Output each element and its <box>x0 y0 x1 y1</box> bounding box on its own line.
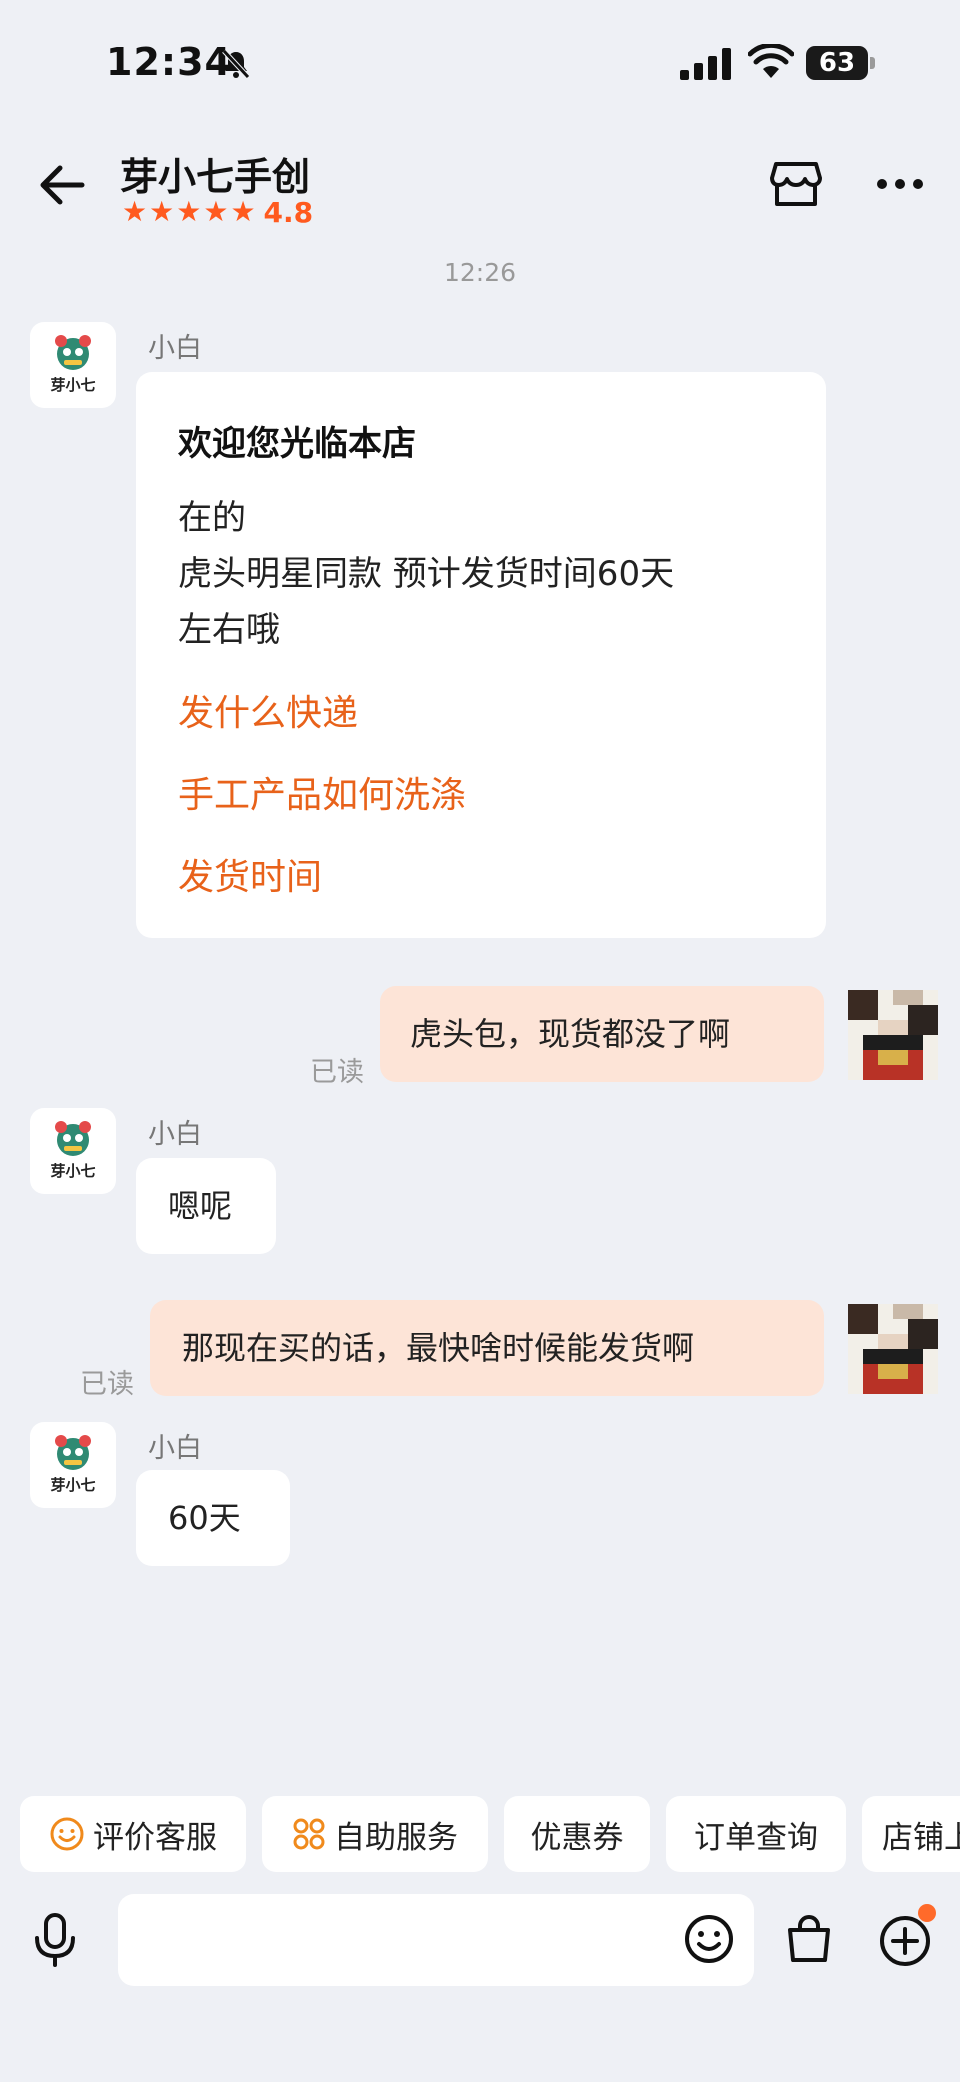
rating-stars: ★ ★ ★ ★ ★ 4.8 <box>122 195 314 229</box>
avatar-label: 芽小七 <box>50 1476 96 1494</box>
message-bubble: 欢迎您光临本店 在的 虎头明星同款 预计发货时间60天 左右哦 发什么快递 手工… <box>136 372 826 938</box>
message-bubble-self: 虎头包，现货都没了啊 <box>380 986 824 1082</box>
quick-action-rate-service[interactable]: 评价客服 <box>20 1796 246 1872</box>
smile-icon <box>50 1817 84 1851</box>
message-line: 虎头明星同款 预计发货时间60天 <box>178 554 675 594</box>
star-icon: ★ <box>230 195 256 228</box>
message-bubble: 嗯呢 <box>136 1158 276 1254</box>
plus-circle-icon[interactable] <box>878 1914 932 1968</box>
shop-avatar[interactable]: 芽小七 <box>30 1422 116 1508</box>
star-icon: ★ <box>176 195 202 228</box>
notification-dot <box>918 1904 936 1922</box>
grid-icon <box>293 1818 325 1850</box>
lion-head-icon <box>55 335 91 370</box>
user-avatar[interactable] <box>848 1304 938 1394</box>
battery-level: 63 <box>818 48 856 78</box>
signal-icon <box>680 48 731 80</box>
sender-name: 小白 <box>148 333 202 364</box>
battery-icon: 63 <box>806 46 876 80</box>
faq-link-washing[interactable]: 手工产品如何洗涤 <box>178 766 466 818</box>
message-text: 那现在买的话，最快啥时候能发货啊 <box>182 1329 695 1367</box>
quick-action-store[interactable]: 店铺上 <box>862 1796 960 1872</box>
pixelated-avatar-icon <box>848 1304 938 1394</box>
back-arrow-icon[interactable] <box>36 160 86 210</box>
shopping-bag-icon[interactable] <box>784 1914 834 1964</box>
message-line: 左右哦 <box>178 610 280 650</box>
message-bubble: 60天 <box>136 1470 290 1566</box>
user-avatar[interactable] <box>848 990 938 1080</box>
emoji-icon[interactable] <box>684 1914 734 1964</box>
quick-action-label: 订单查询 <box>694 1819 818 1856</box>
message-line: 在的 <box>178 498 246 538</box>
star-icon: ★ <box>122 195 148 228</box>
message-text: 60天 <box>168 1499 241 1537</box>
star-icon: ★ <box>149 195 175 228</box>
quick-action-label: 自助服务 <box>334 1819 458 1856</box>
microphone-icon[interactable] <box>32 1912 78 1968</box>
message-bubble-self: 那现在买的话，最快啥时候能发货啊 <box>150 1300 824 1396</box>
shop-avatar[interactable]: 芽小七 <box>30 322 116 408</box>
rating-value: 4.8 <box>263 195 314 229</box>
welcome-heading: 欢迎您光临本店 <box>178 424 416 464</box>
faq-link-shipping[interactable]: 发什么快递 <box>178 684 358 736</box>
read-receipt: 已读 <box>310 1057 364 1088</box>
quick-action-label: 店铺上 <box>882 1819 960 1856</box>
store-icon[interactable] <box>770 160 822 208</box>
faq-link-ship-time[interactable]: 发货时间 <box>178 848 322 900</box>
quick-action-self-service[interactable]: 自助服务 <box>262 1796 488 1872</box>
quick-action-label: 评价客服 <box>93 1819 217 1856</box>
status-time: 12:34 <box>106 40 232 84</box>
shop-title[interactable]: 芽小七手创 <box>120 146 310 201</box>
avatar-label: 芽小七 <box>50 1162 96 1180</box>
wifi-icon <box>748 44 794 78</box>
quick-action-label: 优惠券 <box>530 1819 624 1856</box>
lion-head-icon <box>55 1121 91 1156</box>
quick-action-order-query[interactable]: 订单查询 <box>666 1796 846 1872</box>
message-text: 虎头包，现货都没了啊 <box>410 1015 731 1053</box>
chat-timestamp: 12:26 <box>443 258 517 287</box>
pixelated-avatar-icon <box>848 990 938 1080</box>
sender-name: 小白 <box>148 1433 202 1464</box>
shop-avatar[interactable]: 芽小七 <box>30 1108 116 1194</box>
avatar-label: 芽小七 <box>50 376 96 394</box>
star-icon: ★ <box>203 195 229 228</box>
more-icon[interactable] <box>876 176 924 192</box>
sender-name: 小白 <box>148 1119 202 1150</box>
read-receipt: 已读 <box>80 1369 134 1400</box>
bell-muted-icon <box>222 49 250 79</box>
message-input[interactable] <box>118 1894 754 1986</box>
message-text: 嗯呢 <box>168 1187 233 1225</box>
quick-action-coupons[interactable]: 优惠券 <box>504 1796 650 1872</box>
lion-head-icon <box>55 1435 91 1470</box>
